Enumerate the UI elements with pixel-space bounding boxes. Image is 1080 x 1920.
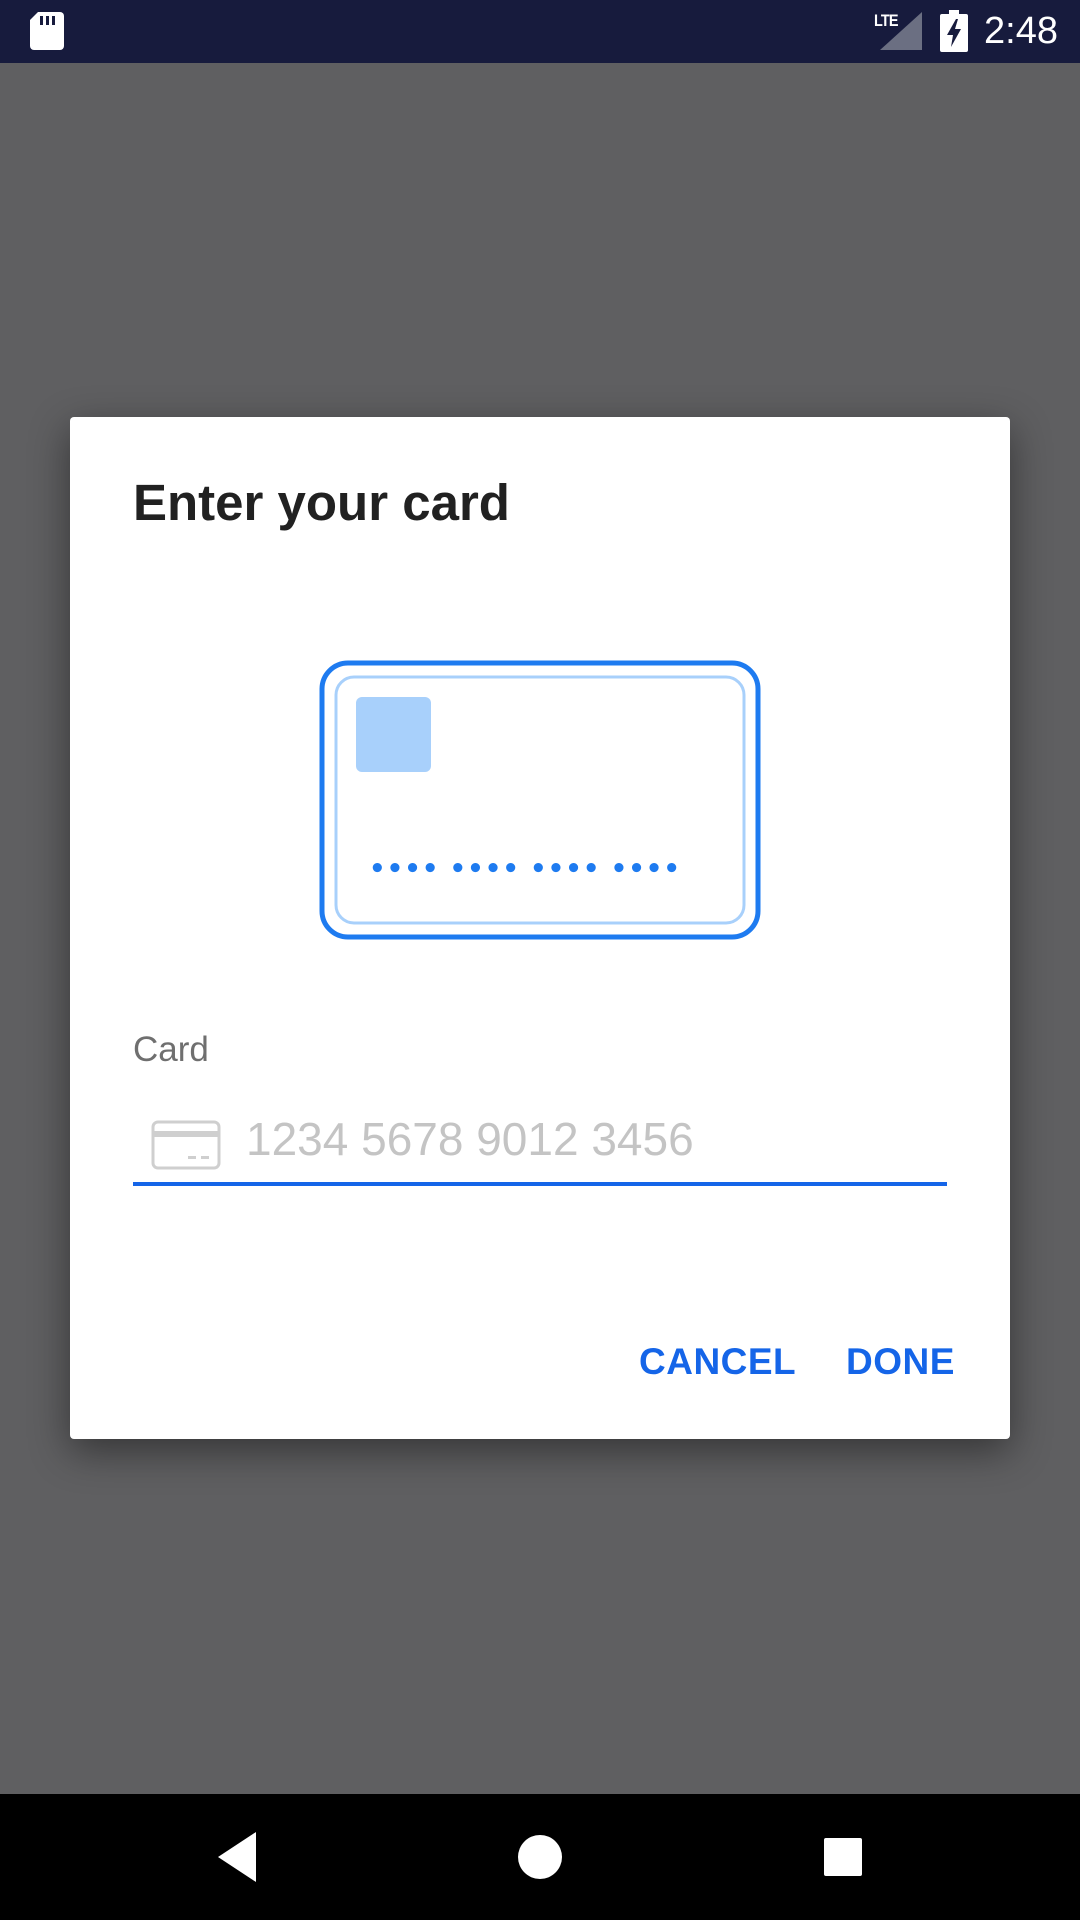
card-entry-dialog: Enter your card •••• •••• •••• •••• Card… <box>70 417 1010 1439</box>
cancel-button[interactable]: CANCEL <box>639 1337 796 1387</box>
screen: LTE 2:48 Enter your card •••• •••• •••• … <box>0 0 1080 1920</box>
recents-icon[interactable] <box>810 1824 876 1890</box>
sd-card-icon <box>30 12 64 50</box>
card-number-field[interactable] <box>133 1097 947 1186</box>
done-button[interactable]: DONE <box>846 1337 955 1387</box>
status-bar: LTE 2:48 <box>0 0 1080 63</box>
dialog-title: Enter your card <box>133 474 510 531</box>
back-icon[interactable] <box>206 1824 272 1890</box>
battery-charging-icon <box>940 10 968 52</box>
masked-card-number: •••• •••• •••• •••• <box>369 854 681 884</box>
home-icon[interactable] <box>507 1824 573 1890</box>
signal-icon <box>880 12 922 50</box>
navigation-bar <box>0 1794 1080 1920</box>
clock: 2:48 <box>984 10 1058 52</box>
credit-card-icon: •••• •••• •••• •••• <box>319 660 761 940</box>
card-field-label: Card <box>133 1030 209 1069</box>
credit-card-outline-icon <box>151 1120 221 1170</box>
card-number-input[interactable] <box>246 1107 936 1171</box>
